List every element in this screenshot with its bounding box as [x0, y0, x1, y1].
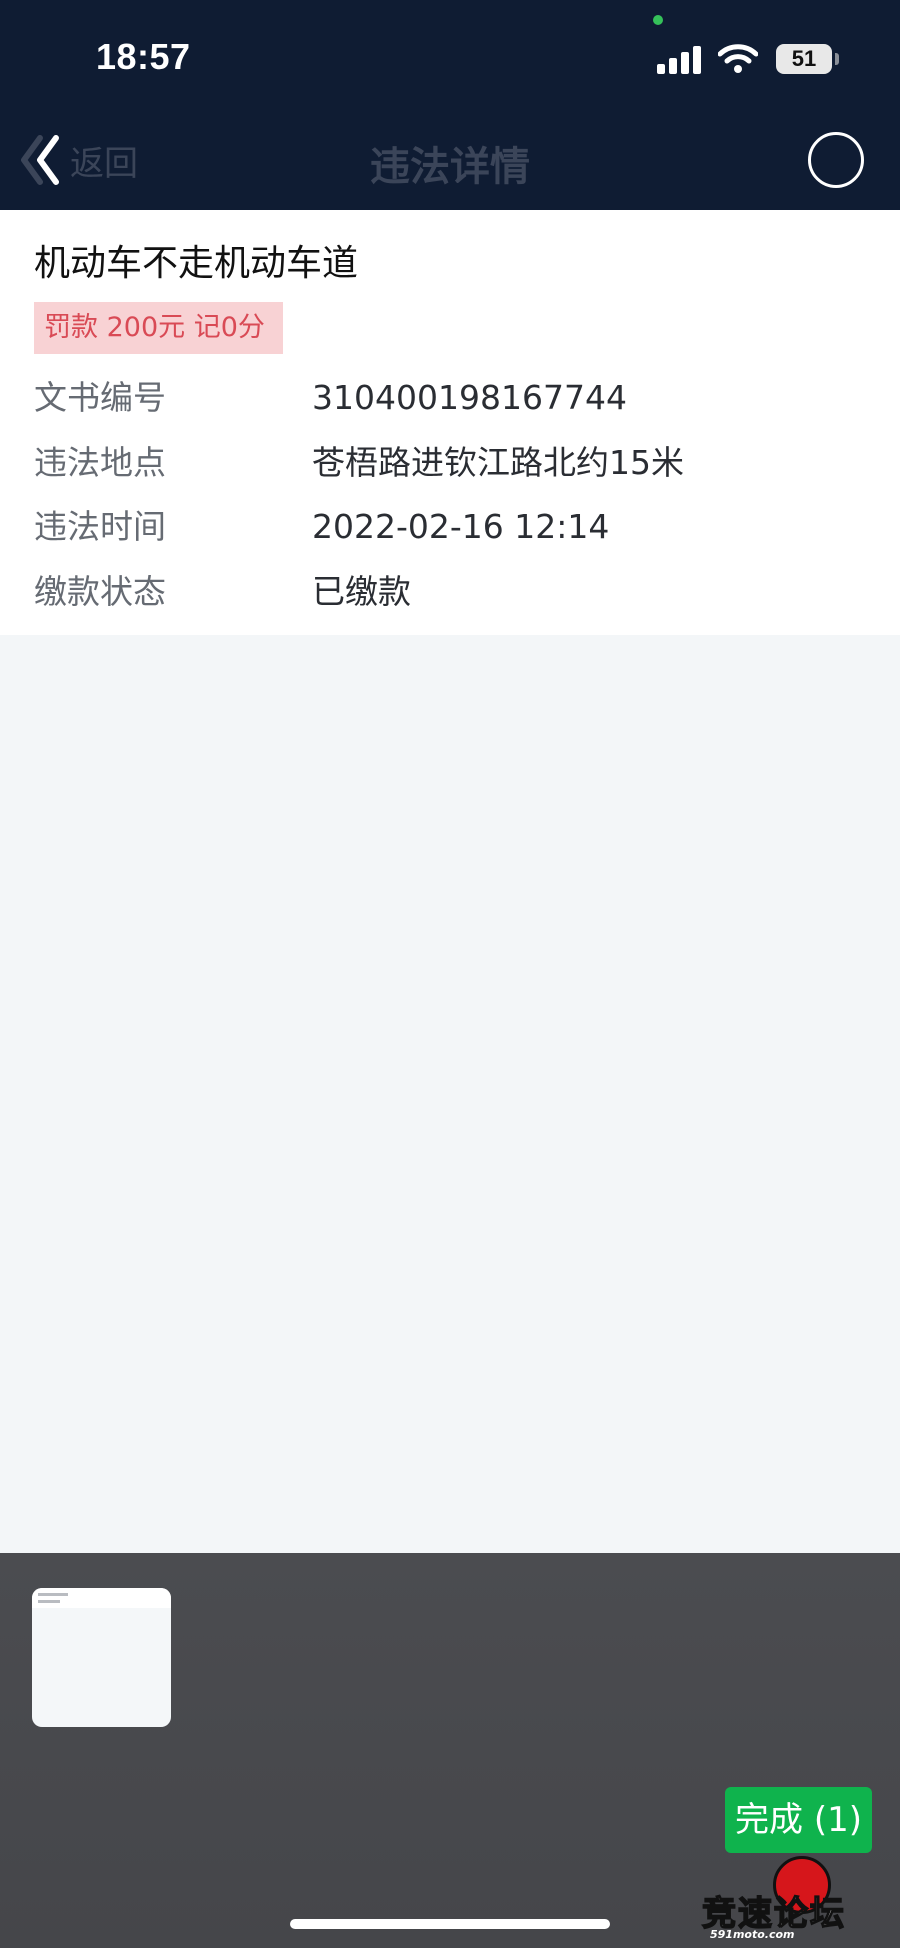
- penalty-badge: 罚款 200元 记0分: [34, 302, 283, 354]
- thumbnail-preview-strip: [32, 1588, 171, 1608]
- camera-in-use-indicator: [653, 15, 663, 25]
- field-label: 违法时间: [34, 507, 166, 546]
- done-button[interactable]: 完成 (1): [725, 1787, 872, 1853]
- violation-card: 机动车不走机动车道 罚款 200元 记0分 文书编号 3104001981677…: [0, 210, 900, 635]
- page-title: 违法详情: [370, 144, 530, 190]
- screenshot-thumbnail[interactable]: [32, 1588, 171, 1727]
- watermark-logo: 竞速论坛 591moto.com: [700, 1850, 895, 1941]
- home-indicator[interactable]: [290, 1919, 610, 1929]
- battery-icon: 51: [776, 44, 832, 74]
- field-value: 310400198167744: [312, 378, 627, 417]
- field-label: 缴款状态: [34, 572, 166, 611]
- status-bar: 18:57 51: [0, 0, 900, 108]
- thumbnail-text-line: [38, 1600, 60, 1603]
- wifi-icon: [718, 44, 758, 73]
- violation-title: 机动车不走机动车道: [34, 243, 359, 284]
- status-time: 18:57: [96, 36, 191, 77]
- field-value: 苍梧路进钦江路北约15米: [312, 443, 684, 482]
- field-label: 违法地点: [34, 443, 166, 482]
- thumbnail-text-line: [38, 1593, 68, 1596]
- record-button[interactable]: [808, 132, 864, 188]
- watermark-site: 591moto.com: [710, 1928, 795, 1941]
- battery-cap: [835, 53, 839, 65]
- field-label: 文书编号: [34, 378, 166, 417]
- field-value: 2022-02-16 12:14: [312, 507, 610, 546]
- field-value: 已缴款: [312, 572, 411, 611]
- nav-bar: 返回 违法详情: [0, 108, 900, 210]
- signal-icon: [657, 46, 703, 74]
